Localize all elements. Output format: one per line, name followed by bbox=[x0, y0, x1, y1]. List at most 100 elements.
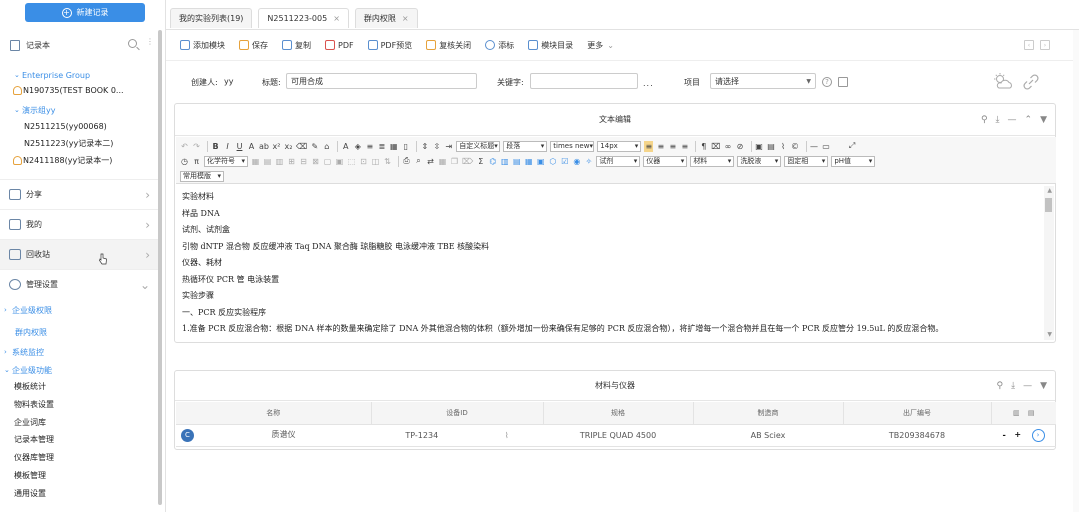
close-icon[interactable]: × bbox=[333, 14, 340, 23]
clear-format-icon[interactable]: ⌧ bbox=[711, 141, 720, 152]
document-icon[interactable]: ▣ bbox=[536, 156, 545, 167]
download-icon[interactable]: ⤓ bbox=[996, 115, 1000, 125]
scroll-down-icon[interactable]: ▼ bbox=[1047, 331, 1052, 338]
brush-icon[interactable]: ✎ bbox=[310, 141, 319, 152]
eluent-select[interactable]: 洗脱液 ▾ bbox=[737, 155, 782, 167]
chem-structure-icon[interactable]: ⌬ bbox=[488, 156, 497, 167]
heading-style-select[interactable]: 自定义标题 ▾ bbox=[456, 140, 501, 152]
copyright-icon[interactable]: © bbox=[791, 141, 800, 152]
link-icon[interactable]: ∞ bbox=[724, 141, 733, 152]
border-icon[interactable]: A bbox=[247, 141, 256, 152]
align-left-icon[interactable]: ≡ bbox=[644, 140, 654, 152]
pin-icon[interactable]: ⚲ bbox=[997, 381, 1004, 391]
settings-enterprise-functions[interactable]: ⌄ 企业级功能 bbox=[0, 363, 160, 377]
strikethrough-icon[interactable]: ab bbox=[259, 141, 269, 152]
title-input[interactable]: 可用合成 bbox=[286, 73, 477, 89]
subscript-icon[interactable]: x₂ bbox=[284, 141, 293, 152]
menu-share[interactable]: 分享 › bbox=[0, 179, 160, 209]
table-props-icon[interactable]: ▣ bbox=[335, 156, 344, 167]
settings-enterprise-permission[interactable]: › 企业级权限 bbox=[0, 303, 160, 317]
table-split-icon[interactable]: ⊟ bbox=[299, 156, 308, 167]
tab-experiment-list[interactable]: 我的实验列表(19) bbox=[170, 8, 253, 28]
media-icon[interactable]: ▤ bbox=[767, 141, 776, 152]
table-delete-icon[interactable]: ⊠ bbox=[311, 156, 320, 167]
highlight-icon[interactable]: ◈ bbox=[353, 141, 362, 152]
help-icon[interactable]: ? bbox=[822, 77, 832, 87]
new-record-button[interactable]: + 新建记录 bbox=[25, 3, 145, 22]
table-row[interactable]: C 质谱仪 TP-1234 ⌇ TRIPLE QUAD 4500 AB Scie… bbox=[176, 424, 1056, 447]
paperclip-icon[interactable]: ⌇ bbox=[505, 431, 509, 440]
magic-wand-icon[interactable]: ✧ bbox=[584, 156, 593, 167]
caret-down-icon[interactable]: ▼ bbox=[1040, 115, 1047, 125]
formula-icon[interactable]: ▤ bbox=[512, 156, 521, 167]
table-border-icon[interactable]: ⬚ bbox=[347, 156, 356, 167]
menu-mine[interactable]: 我的 › bbox=[0, 209, 160, 239]
tree-group-demo[interactable]: ⌄ 演示组yy bbox=[0, 103, 160, 117]
radio-icon[interactable]: ◉ bbox=[572, 156, 581, 167]
close-icon[interactable]: × bbox=[402, 14, 409, 23]
prev-record-icon[interactable]: ‹ bbox=[1024, 40, 1034, 50]
clock-icon[interactable]: ◷ bbox=[180, 156, 189, 167]
stationary-phase-select[interactable]: 固定相 ▾ bbox=[784, 155, 829, 167]
table-row-icon[interactable]: ▤ bbox=[263, 156, 272, 167]
settings-item[interactable]: 模板管理 bbox=[0, 468, 160, 482]
underline-icon[interactable]: U bbox=[235, 141, 244, 152]
menu-settings[interactable]: 管理设置 ⌄ bbox=[0, 269, 160, 299]
tab-group-permission[interactable]: 群内权限 × bbox=[354, 8, 418, 28]
format-painter-icon[interactable]: ⌂ bbox=[322, 141, 331, 152]
table-col-icon[interactable]: ▥ bbox=[275, 156, 284, 167]
fullscreen-icon[interactable]: ⤢ bbox=[848, 141, 857, 152]
settings-system-monitor[interactable]: › 系统监控 bbox=[0, 345, 160, 359]
tree-group-enterprise[interactable]: ⌄ Enterprise Group bbox=[0, 68, 160, 82]
row-detail-arrow-icon[interactable]: › bbox=[1031, 428, 1045, 442]
collapse-up-icon[interactable]: ⌃ bbox=[1025, 115, 1033, 125]
attachment-icon[interactable]: ⌇ bbox=[779, 141, 788, 152]
search-replace-icon[interactable]: ⌕ bbox=[414, 156, 423, 167]
unlink-icon[interactable]: ⊘ bbox=[736, 141, 745, 152]
column-settings-icon[interactable]: ▥ bbox=[1013, 409, 1020, 417]
settings-item[interactable]: 通用设置 bbox=[0, 486, 160, 500]
caret-down-icon[interactable]: ▼ bbox=[1040, 381, 1047, 391]
print-icon[interactable]: ⎙ bbox=[402, 156, 411, 167]
pdf-button[interactable]: PDF bbox=[325, 40, 354, 50]
remove-row-button[interactable]: - bbox=[1002, 430, 1005, 439]
calculator-icon[interactable]: ▦ bbox=[438, 156, 447, 167]
review-close-button[interactable]: 复核关闭 bbox=[426, 40, 471, 51]
grid-icon[interactable]: ▦ bbox=[524, 156, 533, 167]
link-icon[interactable] bbox=[1022, 73, 1040, 91]
table-insert-icon[interactable]: ▦ bbox=[251, 156, 260, 167]
align-center-icon[interactable]: ≡ bbox=[656, 141, 665, 152]
unordered-list-icon[interactable]: ≣ bbox=[377, 141, 386, 152]
redo-icon[interactable]: ↷ bbox=[192, 141, 201, 152]
italic-icon[interactable]: I bbox=[223, 141, 232, 152]
line-height-icon[interactable]: ⇕ bbox=[420, 141, 429, 152]
add-row-button[interactable]: + bbox=[1014, 430, 1021, 439]
tree-item[interactable]: N2511223(yy记录本二) bbox=[0, 136, 160, 150]
chart-icon[interactable]: ▥ bbox=[500, 156, 509, 167]
list-icon[interactable]: ▤ bbox=[1028, 409, 1035, 417]
module-directory-button[interactable]: 模块目录 bbox=[528, 40, 573, 51]
more-vertical-icon[interactable]: ⋮ bbox=[146, 37, 154, 46]
keyword-input[interactable] bbox=[530, 73, 638, 89]
save-button[interactable]: 保存 bbox=[239, 40, 268, 51]
pi-icon[interactable]: π bbox=[192, 156, 201, 167]
superscript-icon[interactable]: x² bbox=[272, 141, 281, 152]
delete-cells-icon[interactable]: ⌦ bbox=[462, 156, 473, 167]
checkbox-icon[interactable]: ☑ bbox=[560, 156, 569, 167]
settings-group-permission[interactable]: 群内权限 bbox=[0, 325, 160, 339]
chemical-symbol-select[interactable]: 化学符号 ▾ bbox=[204, 155, 248, 167]
project-select[interactable]: 请选择 ▼ bbox=[710, 73, 816, 89]
tree-item-book[interactable]: N190735(TEST BOOK 0... bbox=[0, 83, 160, 97]
settings-item[interactable]: 企业词库 bbox=[0, 415, 160, 429]
more-button[interactable]: 更多 ⌄ bbox=[587, 40, 614, 51]
page-break-icon[interactable]: ▭ bbox=[822, 141, 831, 152]
settings-item[interactable]: 记录本管理 bbox=[0, 432, 160, 446]
tab-record[interactable]: N2511223-005 × bbox=[258, 8, 349, 28]
download-icon[interactable]: ⤓ bbox=[1011, 381, 1015, 391]
menu-recycle-bin[interactable]: 回收站 › bbox=[0, 239, 160, 269]
indent-icon[interactable]: ⇥ bbox=[444, 141, 453, 152]
table-icon[interactable]: ▦ bbox=[389, 141, 398, 152]
table-bg-icon[interactable]: ◫ bbox=[371, 156, 380, 167]
table-cell-icon[interactable]: ▢ bbox=[323, 156, 332, 167]
pin-icon[interactable]: ⚲ bbox=[981, 115, 988, 125]
